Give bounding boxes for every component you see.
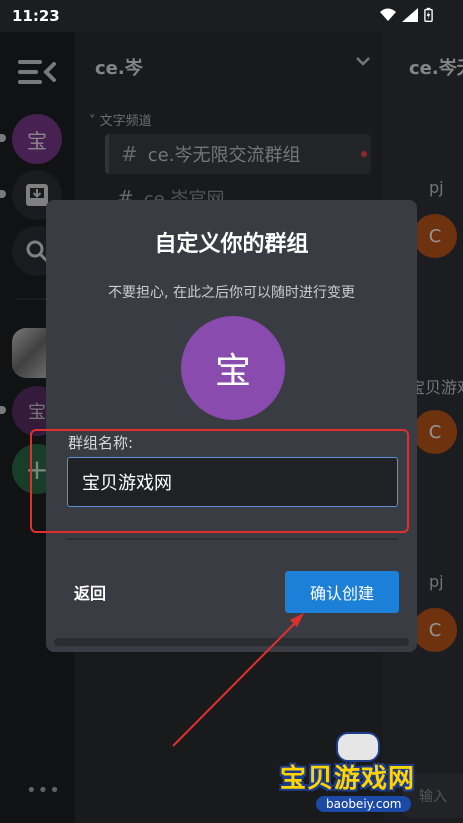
status-icons bbox=[380, 7, 433, 23]
back-button[interactable]: 返回 bbox=[74, 580, 106, 604]
status-bar: 11:23 bbox=[0, 0, 463, 32]
dialog-title: 自定义你的群组 bbox=[154, 232, 309, 257]
confirm-create-button[interactable]: 确认创建 bbox=[285, 571, 399, 613]
watermark-logo: 宝贝游戏网 baobeiy.com bbox=[280, 724, 456, 820]
create-group-dialog: 自定义你的群组 不要担心, 在此之后你可以随时进行变更 宝 群组名称: 返回 确… bbox=[46, 200, 417, 652]
watermark-text: 宝贝游戏网 bbox=[280, 764, 416, 794]
dialog-scrollbar bbox=[54, 638, 409, 646]
signal-icon bbox=[402, 8, 418, 22]
wifi-icon bbox=[380, 8, 396, 21]
dialog-divider bbox=[67, 538, 398, 540]
dialog-subtitle: 不要担心, 在此之后你可以随时进行变更 bbox=[108, 285, 355, 301]
group-avatar[interactable]: 宝 bbox=[181, 316, 285, 420]
status-time: 11:23 bbox=[12, 7, 60, 25]
battery-icon bbox=[424, 7, 433, 22]
watermark-url: baobeiy.com bbox=[316, 796, 412, 812]
highlight-box bbox=[30, 429, 409, 533]
